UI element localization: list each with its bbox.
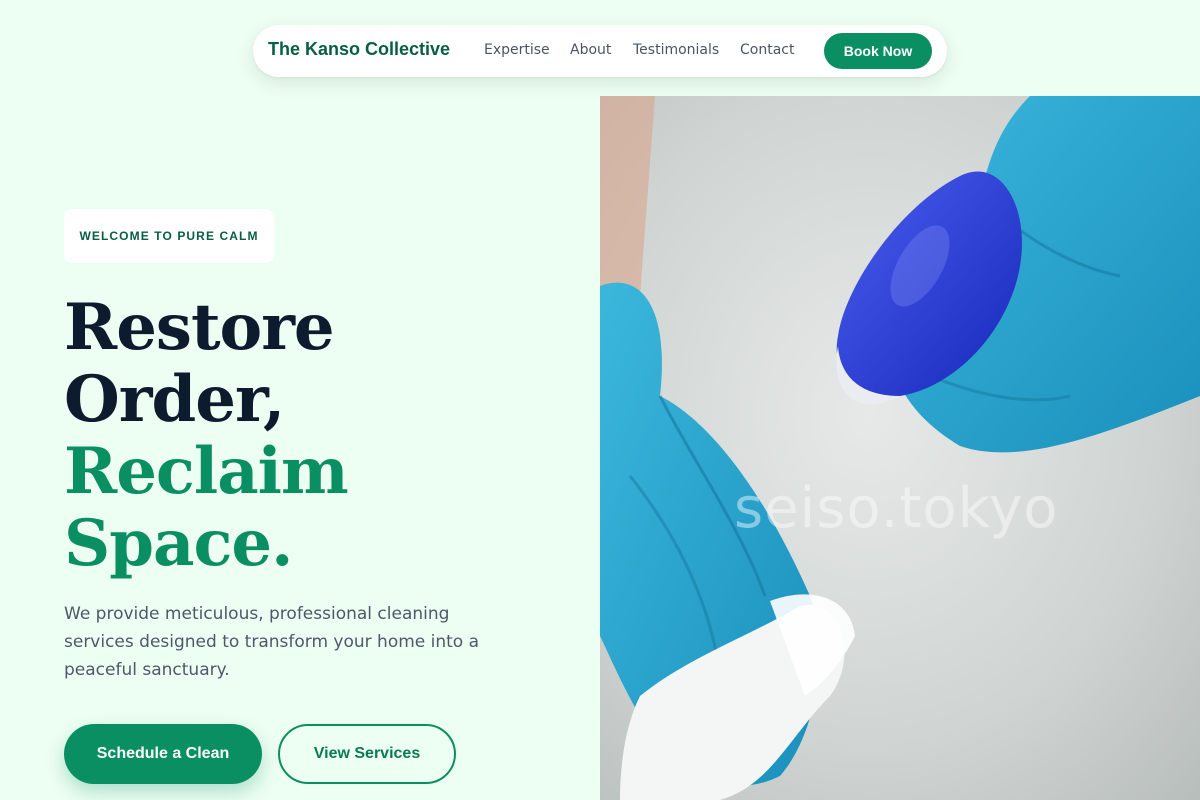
hero-photo: seiso.tokyo: [600, 96, 1200, 800]
headline-line-2: Order,: [64, 362, 285, 437]
image-watermark: seiso.tokyo: [734, 476, 1059, 541]
hero-description: We provide meticulous, professional clea…: [64, 604, 480, 680]
landing-page: The Kanso Collective Expertise About Tes…: [0, 0, 1200, 800]
nav-link-contact[interactable]: Contact: [740, 42, 794, 58]
headline-line-1: Restore: [64, 290, 335, 365]
hero-headline: Restore Order, Reclaim Space.: [64, 292, 584, 580]
brand-logo[interactable]: The Kanso Collective: [268, 39, 450, 60]
gloved-hands-cleaning-illustration: [600, 96, 1200, 800]
welcome-badge: WELCOME TO PURE CALM: [64, 209, 274, 263]
nav-link-testimonials[interactable]: Testimonials: [633, 42, 719, 58]
view-services-button[interactable]: View Services: [278, 724, 456, 784]
nav-link-about[interactable]: About: [570, 42, 611, 58]
top-navigation: The Kanso Collective Expertise About Tes…: [253, 25, 947, 77]
book-now-button[interactable]: Book Now: [824, 33, 932, 69]
headline-line-4: Space.: [64, 506, 293, 581]
nav-link-expertise[interactable]: Expertise: [484, 42, 550, 58]
schedule-clean-button[interactable]: Schedule a Clean: [64, 724, 262, 784]
headline-line-3: Reclaim: [64, 434, 349, 509]
